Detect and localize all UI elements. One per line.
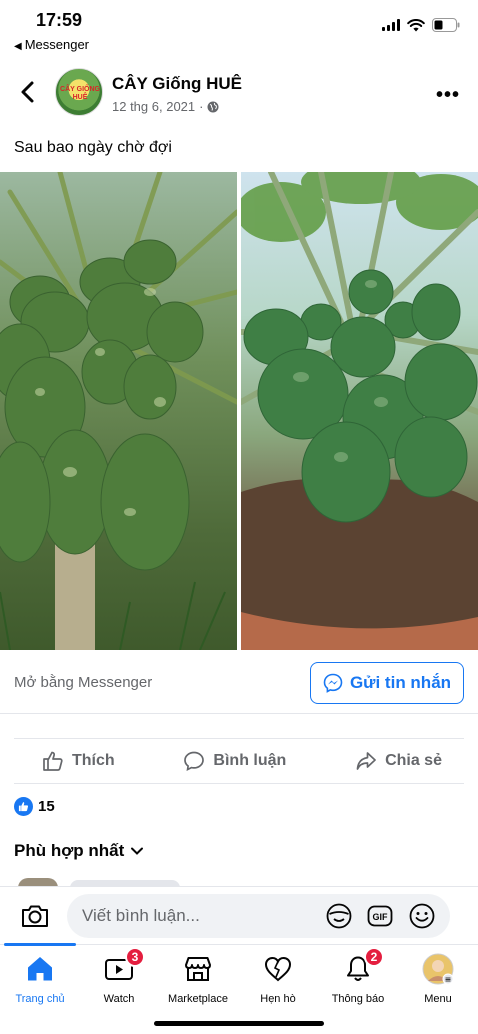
battery-icon xyxy=(432,18,460,32)
nav-watch[interactable]: 3 Watch xyxy=(79,947,159,1005)
like-button[interactable]: Thích xyxy=(42,750,115,772)
like-label: Thích xyxy=(72,752,115,769)
messenger-row: Mở bằng Messenger Gửi tin nhắn xyxy=(0,652,478,714)
nav-notifications-label: Thông báo xyxy=(331,993,385,1005)
globe-icon xyxy=(207,101,219,112)
comment-sort-label: Phù hợp nhất xyxy=(14,841,125,860)
home-indicator xyxy=(154,1021,324,1026)
status-icons xyxy=(382,18,460,32)
bottom-navigation: Trang chủ 3 Watch Marketplace Hẹn hò 2 T… xyxy=(0,943,478,1034)
post-caption: Sau bao ngày chờ đợi xyxy=(14,139,172,156)
share-label: Chia sẻ xyxy=(385,752,442,769)
wifi-icon xyxy=(407,18,425,31)
comment-sort-dropdown[interactable]: Phù hợp nhất xyxy=(14,841,144,861)
post-meta: 12 thg 6, 2021 · xyxy=(112,99,219,114)
nav-dating-label: Hẹn hò xyxy=(260,993,296,1005)
send-message-label: Gửi tin nhắn xyxy=(349,673,452,692)
comment-composer: GIF xyxy=(0,886,478,944)
dating-heart-icon xyxy=(264,956,292,982)
camera-icon[interactable] xyxy=(20,901,50,931)
share-icon xyxy=(356,752,376,770)
status-bar: 17:59 ◀ Messenger xyxy=(0,0,478,58)
avatar-logo-text: CÂY GIỐNG HUÊ xyxy=(60,86,100,101)
back-app-label: Messenger xyxy=(24,37,90,52)
chevron-down-icon xyxy=(131,847,144,855)
nav-notifications[interactable]: 2 Thông báo xyxy=(318,947,398,1005)
gif-icon[interactable]: GIF xyxy=(366,902,394,930)
nav-dating[interactable]: Hẹn hò xyxy=(238,953,318,1005)
post-date[interactable]: 12 thg 6, 2021 xyxy=(112,99,195,114)
post-header: CÂY GIỐNG HUÊ CÂY Giống HUÊ 12 thg 6, 20… xyxy=(0,62,478,122)
nav-menu-label: Menu xyxy=(424,993,452,1005)
nav-home-label: Trang chủ xyxy=(15,993,65,1005)
page-avatar[interactable]: CÂY GIỐNG HUÊ xyxy=(55,68,103,116)
post-actions: Thích Bình luận Chia sẻ xyxy=(14,738,464,784)
svg-text:GIF: GIF xyxy=(373,912,389,922)
send-message-button[interactable]: Gửi tin nhắn xyxy=(310,662,464,704)
reactions-summary[interactable]: 15 xyxy=(14,797,55,816)
papaya-tree-photo-right[interactable] xyxy=(241,172,478,650)
nav-marketplace-label: Marketplace xyxy=(168,993,228,1005)
nav-menu[interactable]: Menu xyxy=(398,953,478,1005)
nav-home[interactable]: Trang chủ xyxy=(0,953,80,1005)
profile-avatar-icon xyxy=(422,953,454,985)
back-triangle-icon: ◀ xyxy=(14,41,22,52)
messenger-icon xyxy=(323,673,343,693)
meta-separator: · xyxy=(199,99,204,114)
comment-label: Bình luận xyxy=(213,752,287,769)
sticker-icon[interactable] xyxy=(325,902,353,930)
comment-icon xyxy=(184,751,205,771)
like-reaction-icon xyxy=(14,797,33,816)
reaction-count: 15 xyxy=(38,798,55,815)
comment-box[interactable]: GIF xyxy=(67,894,450,938)
comment-button[interactable]: Bình luận xyxy=(183,750,286,772)
thumbs-up-icon xyxy=(43,751,63,771)
nav-marketplace[interactable]: Marketplace xyxy=(158,953,238,1005)
more-options-button[interactable]: ••• xyxy=(436,84,460,107)
emoji-icon[interactable] xyxy=(408,902,436,930)
status-time: 17:59 xyxy=(36,10,83,30)
watch-badge: 3 xyxy=(125,947,145,967)
active-tab-indicator xyxy=(4,943,76,946)
cellular-signal-icon xyxy=(382,19,400,31)
comment-input[interactable] xyxy=(82,906,302,926)
post-photos[interactable] xyxy=(0,172,478,650)
papaya-tree-photo-left[interactable] xyxy=(0,172,237,650)
notifications-badge: 2 xyxy=(364,947,384,967)
back-chevron-icon[interactable] xyxy=(18,80,38,104)
page-name[interactable]: CÂY Giống HUÊ xyxy=(112,74,242,94)
share-button[interactable]: Chia sẻ xyxy=(355,750,442,772)
home-icon xyxy=(28,957,52,981)
back-to-app-link[interactable]: ◀ Messenger xyxy=(14,37,89,52)
open-in-messenger-label[interactable]: Mở bằng Messenger xyxy=(14,674,152,691)
marketplace-icon xyxy=(185,957,211,981)
nav-watch-label: Watch xyxy=(103,993,135,1005)
